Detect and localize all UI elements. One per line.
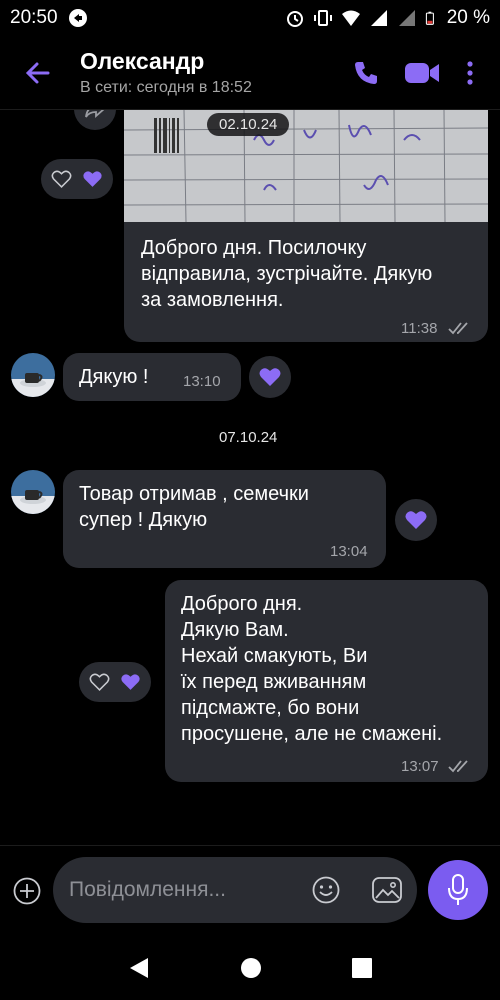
message-input[interactable]: Повідомлення... — [53, 857, 417, 923]
signal-2-icon — [398, 10, 415, 26]
presence-status: В сети: сегодня в 18:52 — [80, 79, 252, 96]
attached-photo[interactable] — [124, 110, 488, 222]
message-text: Дякую ! — [79, 366, 149, 388]
video-icon — [405, 62, 439, 83]
voice-message-button[interactable] — [428, 860, 488, 920]
message-time: 13:10 — [183, 373, 221, 390]
contact-name: Олександр — [80, 48, 205, 74]
back-arrow-icon — [25, 62, 50, 83]
message-list[interactable]: 02.10.24 Доброго дня. Посилочку відправи… — [0, 110, 500, 845]
message-time: 11:38 — [401, 320, 438, 337]
vibrate-icon — [313, 10, 332, 26]
heart-outline-icon[interactable] — [51, 169, 72, 189]
heart-icon — [259, 368, 281, 386]
gallery-icon[interactable] — [371, 875, 403, 905]
alarm-icon — [286, 11, 303, 27]
outgoing-message[interactable]: Доброго дня. Посилочку відправила, зустр… — [124, 222, 488, 342]
message-text-line: Доброго дня. Посилочку — [141, 237, 367, 259]
date-divider: 02.10.24 — [207, 113, 290, 136]
message-text-line: просушене, але не смажені. — [181, 723, 443, 745]
outgoing-message[interactable]: Доброго дня. Дякую Вам. Нехай смакують, … — [165, 580, 488, 782]
avatar-image — [11, 353, 55, 397]
read-receipt-icon — [448, 760, 468, 773]
message-text-line: Товар отримав , семечки — [79, 483, 309, 505]
plus-icon[interactable] — [12, 876, 42, 906]
forward-button[interactable] — [74, 110, 116, 130]
message-time: 13:04 — [330, 543, 368, 560]
reaction-badge[interactable] — [395, 499, 437, 541]
message-text-line: супер ! Дякую — [79, 509, 208, 531]
chat-header: Олександр В сети: сегодня в 18:52 — [0, 36, 500, 110]
message-time: 13:07 — [401, 758, 439, 775]
status-bar: 20:50 20 % — [0, 0, 500, 36]
avatar-image — [11, 470, 55, 514]
message-input-placeholder: Повідомлення... — [69, 878, 226, 901]
battery-percent: 20 % — [446, 7, 490, 28]
status-time: 20:50 — [10, 7, 58, 28]
wifi-icon — [341, 10, 360, 26]
nav-back-icon[interactable] — [128, 956, 150, 980]
call-button[interactable] — [342, 49, 390, 97]
app-notification-icon — [68, 9, 87, 27]
message-text-line: відправила, зустрічайте. Дякую — [141, 263, 433, 285]
battery-icon — [425, 11, 434, 25]
video-call-button[interactable] — [398, 49, 446, 97]
heart-outline-icon[interactable] — [89, 672, 110, 692]
heart-icon[interactable] — [82, 169, 103, 189]
forward-icon — [85, 110, 105, 118]
incoming-message[interactable]: Товар отримав , семечки супер ! Дякую 13… — [63, 470, 386, 568]
heart-icon — [405, 511, 427, 529]
more-icon — [467, 60, 473, 85]
incoming-message[interactable]: Дякую ! 13:10 — [63, 353, 241, 401]
phone-icon — [355, 61, 377, 84]
reaction-bar[interactable] — [79, 662, 151, 702]
contact-info[interactable]: Олександр В сети: сегодня в 18:52 — [80, 48, 342, 97]
more-options-button[interactable] — [446, 49, 494, 97]
message-text-line: Доброго дня. — [181, 593, 303, 615]
message-text-line: їх перед вживанням — [181, 671, 367, 693]
nav-recents-icon[interactable] — [352, 957, 372, 978]
signal-icon — [370, 10, 387, 26]
message-text-line: підсмажте, бо вони — [181, 697, 360, 719]
nav-home-icon[interactable] — [240, 957, 262, 979]
message-text-line: Нехай смакують, Ви — [181, 645, 368, 667]
date-divider: 07.10.24 — [219, 429, 278, 446]
avatar[interactable] — [11, 470, 55, 514]
message-text-line: за замовлення. — [141, 289, 284, 311]
read-receipt-icon — [448, 322, 468, 335]
emoji-icon[interactable] — [311, 875, 341, 905]
message-text-line: Дякую Вам. — [181, 619, 289, 641]
system-nav-bar — [0, 935, 500, 1000]
photo-content — [124, 110, 488, 222]
reaction-badge[interactable] — [249, 356, 291, 398]
heart-icon[interactable] — [120, 672, 141, 692]
composer-bar: Повідомлення... — [0, 845, 500, 935]
avatar[interactable] — [11, 353, 55, 397]
reaction-bar[interactable] — [41, 159, 113, 199]
mic-icon — [448, 874, 468, 905]
back-button[interactable] — [10, 45, 66, 101]
